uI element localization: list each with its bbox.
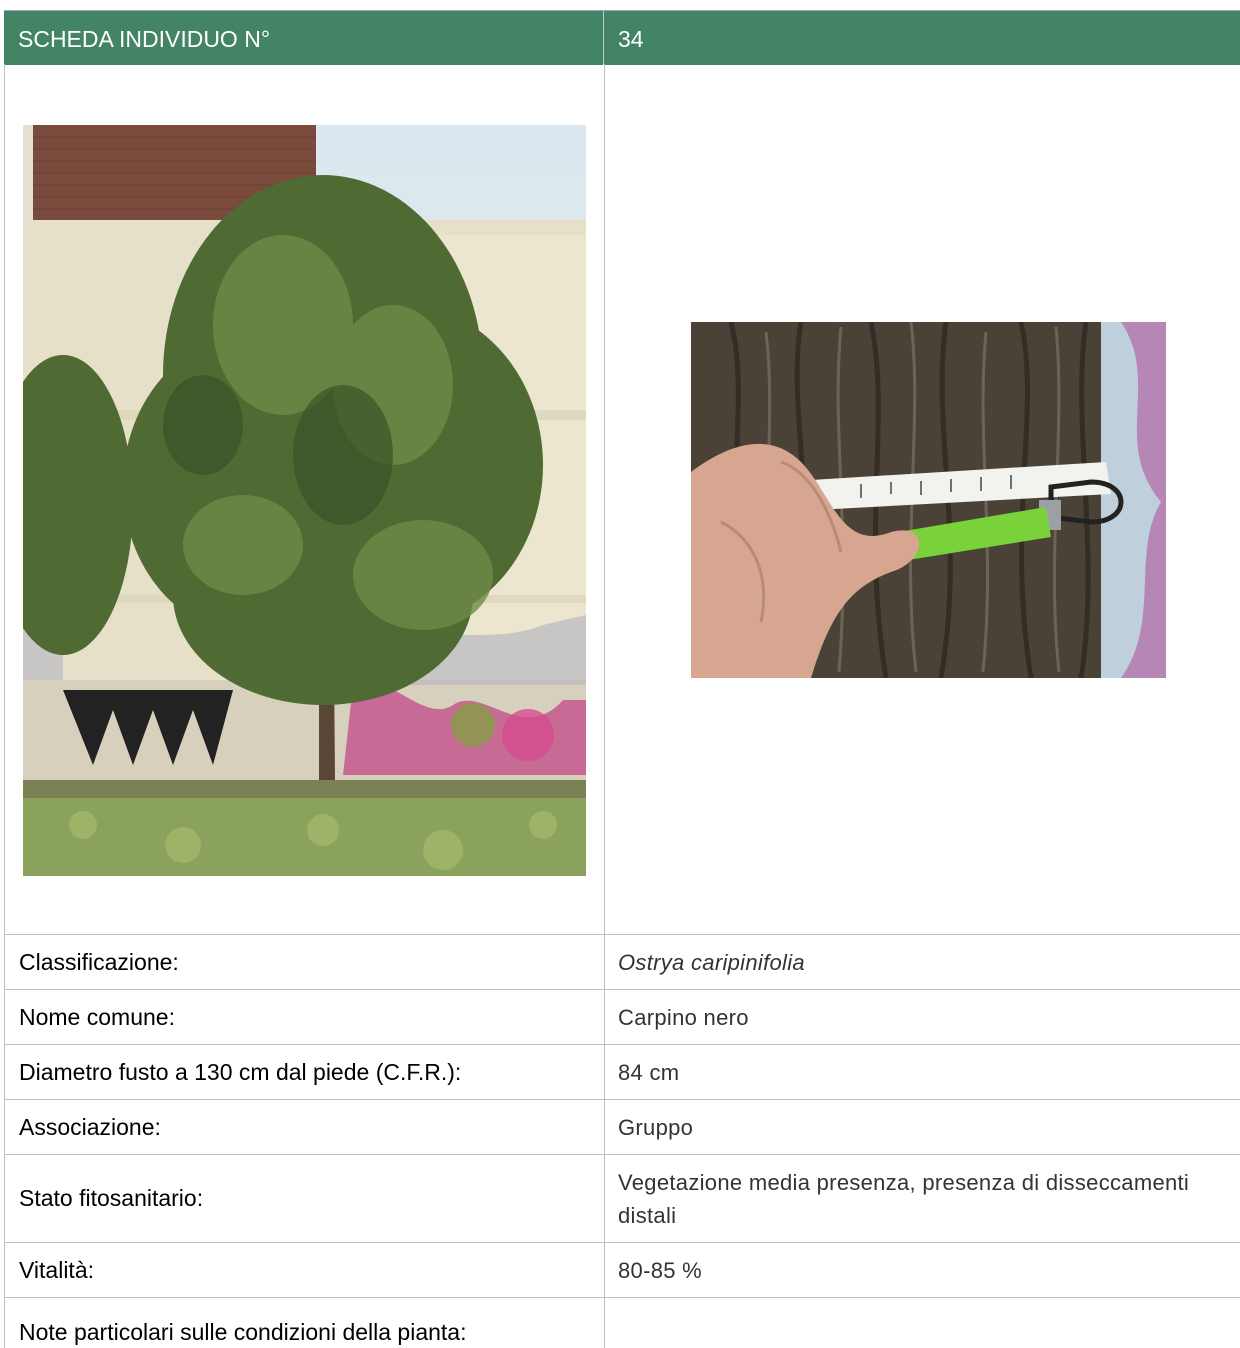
- diametro-label: Diametro fusto a 130 cm dal piede (C.F.R…: [5, 1045, 605, 1099]
- diametro-value: 84 cm: [618, 1059, 680, 1085]
- individual-number: 34: [618, 26, 644, 52]
- attributes-table: Classificazione: Ostrya caripinifolia No…: [4, 935, 1240, 1348]
- stato-value: Vegetazione media presenza, presenza di …: [618, 1169, 1190, 1228]
- nome-comune-value: Carpino nero: [618, 1004, 749, 1030]
- associazione-label: Associazione:: [5, 1100, 605, 1154]
- associazione-value: Gruppo: [618, 1114, 694, 1140]
- row-associazione: Associazione: Gruppo: [5, 1100, 1240, 1155]
- classificazione-label: Classificazione:: [5, 935, 605, 989]
- row-nome-comune: Nome comune: Carpino nero: [5, 990, 1240, 1045]
- row-classificazione: Classificazione: Ostrya caripinifolia: [5, 935, 1240, 990]
- sheet-title: SCHEDA INDIVIDUO N°: [4, 11, 604, 65]
- row-vitalita: Vitalità: 80-85 %: [5, 1243, 1240, 1298]
- row-stato-fitosanitario: Stato fitosanitario: Vegetazione media p…: [5, 1155, 1240, 1243]
- row-diametro: Diametro fusto a 130 cm dal piede (C.F.R…: [5, 1045, 1240, 1100]
- trunk-measure-photo: [691, 322, 1166, 678]
- column-divider: [604, 64, 605, 934]
- nome-comune-label: Nome comune:: [5, 990, 605, 1044]
- vitalita-label: Vitalità:: [5, 1243, 605, 1297]
- photo-row: [4, 64, 1240, 935]
- stato-label: Stato fitosanitario:: [5, 1155, 605, 1242]
- tree-photo: [23, 125, 586, 876]
- sheet-header: SCHEDA INDIVIDUO N° 34: [4, 10, 1240, 65]
- vitalita-value: 80-85 %: [618, 1257, 703, 1283]
- row-note: Note particolari sulle condizioni della …: [5, 1298, 1240, 1348]
- note-value: [605, 1298, 1240, 1348]
- classificazione-value: Ostrya caripinifolia: [618, 949, 805, 975]
- note-label: Note particolari sulle condizioni della …: [5, 1298, 605, 1348]
